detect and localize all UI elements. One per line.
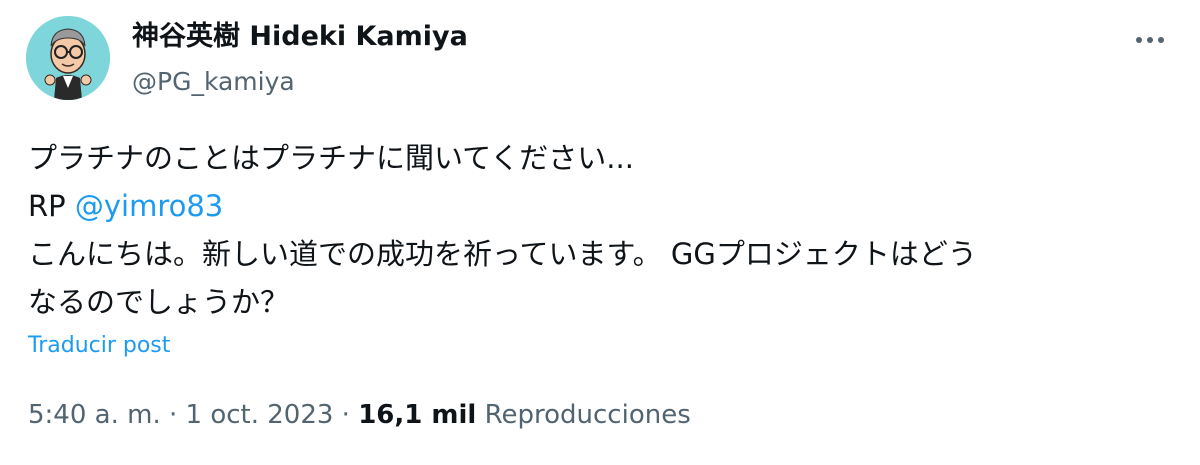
more-options-button[interactable] [1132,22,1168,58]
tweet-text: プラチナのことはプラチナに聞いてください... [28,141,634,175]
author-handle[interactable]: @PG_kamiya [132,65,468,99]
quoted-text-line-1: こんにちは。新しい道での成功を祈っています。 GGプロジェクトはどう [28,237,977,271]
meta-separator: · [333,400,359,430]
avatar[interactable] [26,16,110,100]
reply-prefix: RP [28,189,75,223]
meta-separator: · [160,400,186,430]
tweet-body: プラチナのことはプラチナに聞いてください... RP @yimro83 こんにち… [28,134,1178,326]
tweet-time[interactable]: 5:40 a. m. [28,400,161,430]
tweet-date[interactable]: 1 oct. 2023 [186,400,334,430]
author-display-name[interactable]: 神谷英樹 Hideki Kamiya [132,19,468,55]
tweet-card: 神谷英樹 Hideki Kamiya @PG_kamiya プラチナのことはプラ… [0,0,1200,465]
cartoon-avatar-icon [26,16,110,100]
quoted-text-line-2: なるのでしょうか？ [28,285,290,319]
tweet-header: 神谷英樹 Hideki Kamiya @PG_kamiya [26,16,468,100]
author-names: 神谷英樹 Hideki Kamiya @PG_kamiya [132,17,468,99]
reply-line: RP @yimro83 [28,182,1178,230]
views-count[interactable]: 16,1 mil [358,400,476,430]
reply-mention-link[interactable]: @yimro83 [75,189,223,223]
views-label: Reproducciones [476,400,691,430]
tweet-meta: 5:40 a. m. · 1 oct. 2023 · 16,1 mil Repr… [28,400,691,430]
more-horizontal-icon [1136,37,1164,43]
translate-post-link[interactable]: Traducir post [28,333,170,358]
